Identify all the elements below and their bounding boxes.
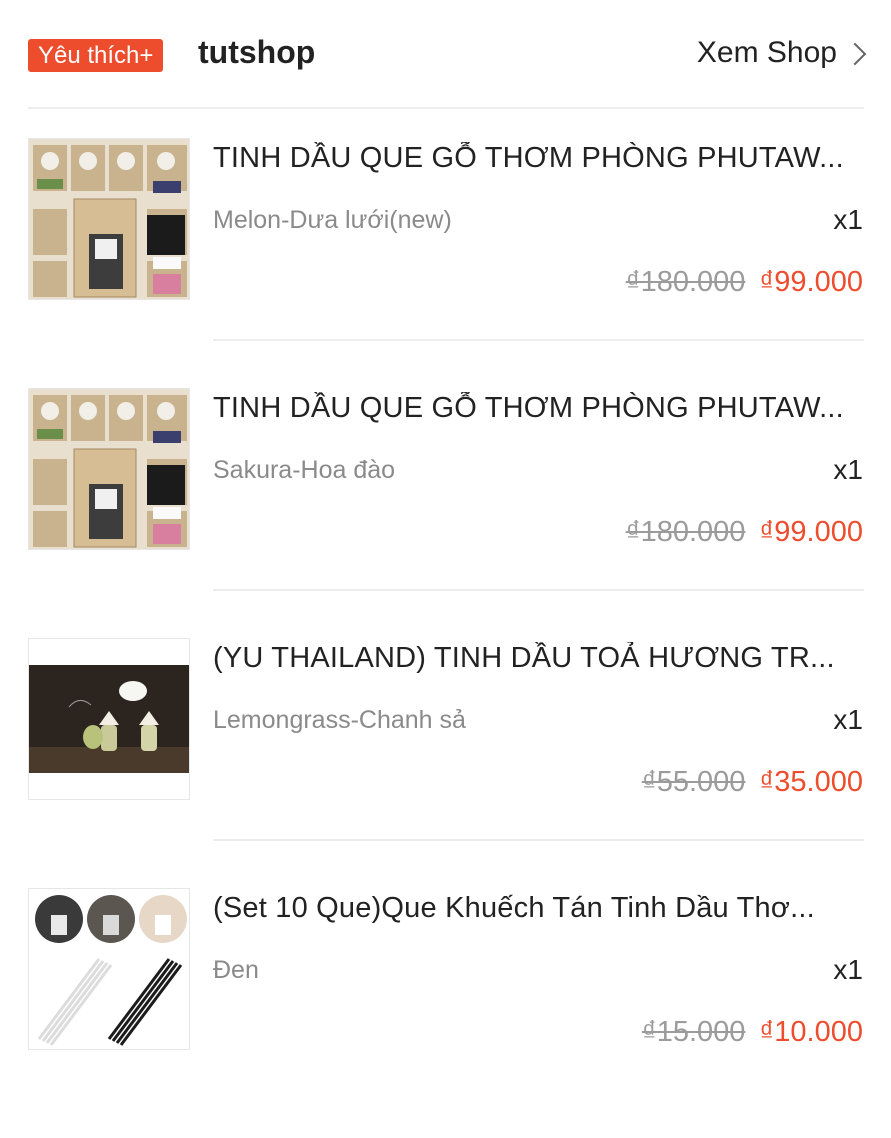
product-thumbnail <box>28 888 190 1050</box>
price-group: ₫55.000 ₫35.000 <box>642 766 863 799</box>
order-item[interactable]: TINH DẦU QUE GỖ THƠM PHÒNG PHUTAW... Mel… <box>0 138 891 388</box>
perfume-boxes-image <box>29 139 189 299</box>
sale-price: ₫99.000 <box>759 266 863 298</box>
item-divider <box>213 589 864 591</box>
product-thumbnail <box>28 638 190 800</box>
shop-header: Yêu thích+ tutshop Xem Shop <box>0 0 891 108</box>
price-group: ₫15.000 ₫10.000 <box>642 1016 863 1049</box>
original-price: ₫15.000 <box>641 1016 746 1048</box>
product-variant: Sakura-Hoa đào <box>213 456 396 484</box>
product-quantity: x1 <box>833 954 863 985</box>
product-quantity: x1 <box>833 204 863 235</box>
order-item[interactable]: (YU THAILAND) TINH DẦU TOẢ HƯƠNG TR... L… <box>0 638 891 888</box>
view-shop-label: Xem Shop <box>696 36 837 69</box>
product-title: (Set 10 Que)Que Khuếch Tán Tinh Dầu Thơ.… <box>213 892 815 924</box>
favorite-plus-badge: Yêu thích+ <box>28 39 164 72</box>
sale-price: ₫10.000 <box>759 1016 863 1048</box>
view-shop-link[interactable]: Xem Shop <box>696 36 867 70</box>
original-price: ₫180.000 <box>625 516 746 548</box>
product-title: TINH DẦU QUE GỖ THƠM PHÒNG PHUTAW... <box>213 392 844 424</box>
product-title: TINH DẦU QUE GỖ THƠM PHÒNG PHUTAW... <box>213 142 844 174</box>
price-group: ₫180.000 ₫99.000 <box>626 516 863 549</box>
product-thumbnail <box>28 388 190 550</box>
sale-price: ₫35.000 <box>759 766 863 798</box>
item-divider <box>213 839 864 841</box>
chevron-right-icon <box>843 42 867 65</box>
product-variant: Đen <box>213 956 259 984</box>
header-divider <box>28 107 864 109</box>
product-thumbnail <box>28 138 190 300</box>
order-item[interactable]: (Set 10 Que)Que Khuếch Tán Tinh Dầu Thơ.… <box>0 888 891 1138</box>
product-title: (YU THAILAND) TINH DẦU TOẢ HƯƠNG TR... <box>213 642 835 674</box>
product-variant: Melon-Dưa lưới(new) <box>213 206 452 234</box>
item-divider <box>213 339 864 341</box>
perfume-boxes-image <box>29 389 189 549</box>
diffuser-sticks-image <box>29 889 189 1049</box>
product-quantity: x1 <box>833 704 863 735</box>
sale-price: ₫99.000 <box>759 516 863 548</box>
hanging-oil-bottles-image <box>29 639 189 799</box>
original-price: ₫180.000 <box>625 266 746 298</box>
shop-name[interactable]: tutshop <box>198 34 315 71</box>
product-variant: Lemongrass-Chanh sả <box>213 706 466 734</box>
price-group: ₫180.000 ₫99.000 <box>626 266 863 299</box>
original-price: ₫55.000 <box>641 766 746 798</box>
product-quantity: x1 <box>833 454 863 485</box>
order-item[interactable]: TINH DẦU QUE GỖ THƠM PHÒNG PHUTAW... Sak… <box>0 388 891 638</box>
